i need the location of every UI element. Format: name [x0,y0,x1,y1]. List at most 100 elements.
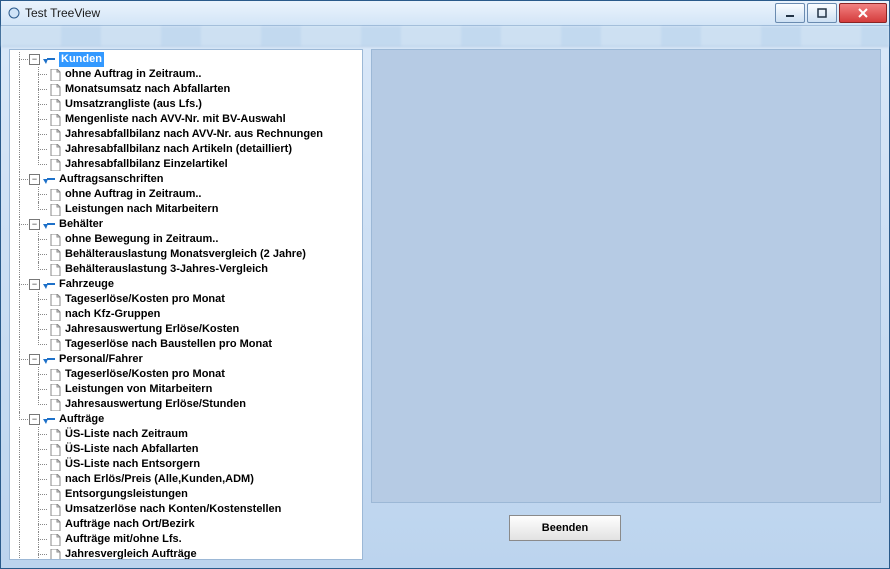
tree-node[interactable]: − Fahrzeuge [10,277,362,292]
tree-node-label: ohne Auftrag in Zeitraum.. [65,187,202,202]
treeview[interactable]: −Kundenohne Auftrag in Zeitraum..Monatsu… [10,50,362,559]
tree-node-label: nach Kfz-Gruppen [65,307,160,322]
document-icon [48,263,62,276]
close-button[interactable] [839,3,887,23]
tree-toggle[interactable]: − [29,354,40,365]
tree-node-label: ohne Bewegung in Zeitraum.. [65,232,218,247]
document-icon [48,533,62,546]
tree-node[interactable]: Aufträge nach Ort/Bezirk [10,517,362,532]
tree-node[interactable]: −Auftragsanschriften [10,172,362,187]
tree-node-label: Personal/Fahrer [59,352,143,367]
tree-node[interactable]: − Personal/Fahrer [10,352,362,367]
background-tabstrip [1,26,889,47]
tree-node[interactable]: Jahresabfallbilanz nach Artikeln (detail… [10,142,362,157]
tree-node-label: ÜS-Liste nach Abfallarten [65,442,198,457]
tree-toggle[interactable]: − [29,54,40,65]
tree-node[interactable]: Jahresabfallbilanz Einzelartikel [10,157,362,172]
tree-node[interactable]: nach Kfz-Gruppen [10,307,362,322]
document-icon [48,548,62,559]
tree-node[interactable]: nach Erlös/Preis (Alle,Kunden,ADM) [10,472,362,487]
minimize-button[interactable] [775,3,805,23]
tree-node[interactable]: ohne Auftrag in Zeitraum.. [10,187,362,202]
tree-node[interactable]: Leistungen von Mitarbeitern [10,382,362,397]
tree-node-label: Kunden [59,52,104,67]
tree-node-label: Leistungen von Mitarbeitern [65,382,212,397]
document-icon [48,398,62,411]
tree-node[interactable]: ohne Auftrag in Zeitraum.. [10,67,362,82]
arrow-right-icon [42,53,56,66]
document-icon [48,428,62,441]
document-icon [48,368,62,381]
tree-node[interactable]: Jahresabfallbilanz nach AVV-Nr. aus Rech… [10,127,362,142]
tree-panel: −Kundenohne Auftrag in Zeitraum..Monatsu… [9,49,363,560]
tree-node-label: ÜS-Liste nach Zeitraum [65,427,188,442]
document-icon [48,143,62,156]
tree-node-label: Fahrzeuge [59,277,114,292]
app-icon [7,6,21,20]
tree-node[interactable]: Tageserlöse/Kosten pro Monat [10,292,362,307]
tree-toggle[interactable]: − [29,174,40,185]
tree-toggle[interactable]: − [29,414,40,425]
tree-node[interactable]: Tageserlöse nach Baustellen pro Monat [10,337,362,352]
tree-node-label: Jahresauswertung Erlöse/Stunden [65,397,246,412]
document-icon [48,323,62,336]
tree-node[interactable]: Jahresauswertung Erlöse/Stunden [10,397,362,412]
tree-node-label: ohne Auftrag in Zeitraum.. [65,67,202,82]
document-icon [48,83,62,96]
document-icon [48,188,62,201]
document-icon [48,308,62,321]
tree-node[interactable]: ÜS-Liste nach Abfallarten [10,442,362,457]
tree-node-label: Jahresauswertung Erlöse/Kosten [65,322,239,337]
arrow-right-icon [42,278,56,291]
document-icon [48,248,62,261]
tree-node[interactable]: ÜS-Liste nach Entsorgern [10,457,362,472]
tree-scroll[interactable]: −Kundenohne Auftrag in Zeitraum..Monatsu… [10,50,362,559]
document-icon [48,98,62,111]
tree-node-label: Tageserlöse nach Baustellen pro Monat [65,337,272,352]
tree-node[interactable]: Jahresvergleich Aufträge [10,547,362,559]
document-icon [48,68,62,81]
tree-node[interactable]: Jahresauswertung Erlöse/Kosten [10,322,362,337]
tree-node-label: Entsorgungsleistungen [65,487,188,502]
tree-node[interactable]: ÜS-Liste nach Zeitraum [10,427,362,442]
document-icon [48,203,62,216]
arrow-right-icon [42,353,56,366]
tree-node[interactable]: Tageserlöse/Kosten pro Monat [10,367,362,382]
tree-node-label: nach Erlös/Preis (Alle,Kunden,ADM) [65,472,254,487]
detail-panel [371,49,881,503]
tree-node-label: Behälterauslastung 3-Jahres-Vergleich [65,262,268,277]
tree-node-label: Jahresabfallbilanz Einzelartikel [65,157,228,172]
arrow-right-icon [42,218,56,231]
tree-node[interactable]: Umsatzrangliste (aus Lfs.) [10,97,362,112]
document-icon [48,443,62,456]
tree-node[interactable]: Behälterauslastung 3-Jahres-Vergleich [10,262,362,277]
maximize-button[interactable] [807,3,837,23]
tree-node[interactable]: Behälterauslastung Monatsvergleich (2 Ja… [10,247,362,262]
tree-node[interactable]: −Aufträge [10,412,362,427]
tree-node-label: Jahresabfallbilanz nach Artikeln (detail… [65,142,292,157]
close-app-button[interactable]: Beenden [509,515,621,541]
tree-node-label: Jahresabfallbilanz nach AVV-Nr. aus Rech… [65,127,323,142]
tree-node[interactable]: − Kunden [10,52,362,67]
document-icon [48,158,62,171]
arrow-right-icon [42,173,56,186]
tree-node[interactable]: Monatsumsatz nach Abfallarten [10,82,362,97]
tree-node[interactable]: Umsatzerlöse nach Konten/Kostenstellen [10,502,362,517]
tree-node[interactable]: Aufträge mit/ohne Lfs. [10,532,362,547]
tree-node[interactable]: Entsorgungsleistungen [10,487,362,502]
client-area: −Kundenohne Auftrag in Zeitraum..Monatsu… [9,49,881,560]
window-controls [775,3,887,23]
window-title: Test TreeView [25,6,775,20]
titlebar[interactable]: Test TreeView [1,1,889,26]
document-icon [48,503,62,516]
tree-toggle[interactable]: − [29,279,40,290]
tree-node-label: Aufträge nach Ort/Bezirk [65,517,195,532]
tree-toggle[interactable]: − [29,219,40,230]
tree-node[interactable]: ohne Bewegung in Zeitraum.. [10,232,362,247]
tree-node-label: Behälter [59,217,103,232]
tree-node-label: Umsatzrangliste (aus Lfs.) [65,97,202,112]
document-icon [48,488,62,501]
tree-node[interactable]: − Behälter [10,217,362,232]
tree-node[interactable]: Mengenliste nach AVV-Nr. mit BV-Auswahl [10,112,362,127]
tree-node[interactable]: Leistungen nach Mitarbeitern [10,202,362,217]
